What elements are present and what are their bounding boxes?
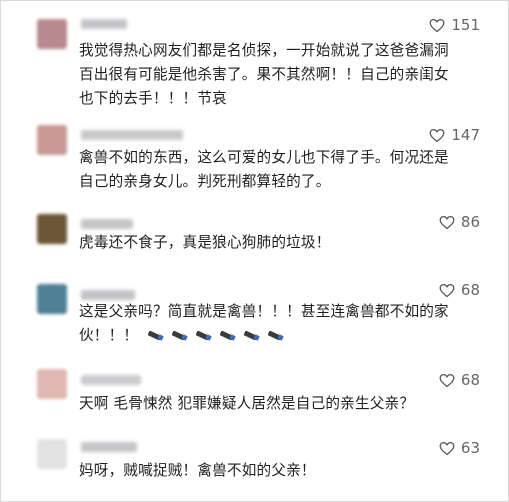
like-button[interactable]: 86 bbox=[439, 213, 480, 231]
comment-text: 虎毒还不食子，真是狼心狗肺的垃圾！ bbox=[79, 234, 331, 251]
torch-emoji-icon bbox=[242, 329, 260, 341]
username[interactable] bbox=[81, 219, 133, 229]
like-count: 147 bbox=[451, 126, 480, 144]
emoji-row bbox=[146, 329, 284, 341]
username[interactable] bbox=[81, 290, 135, 300]
avatar[interactable] bbox=[37, 284, 67, 314]
like-button[interactable]: 151 bbox=[429, 16, 480, 34]
avatar[interactable] bbox=[37, 369, 67, 399]
like-button[interactable]: 68 bbox=[439, 281, 480, 299]
thumbs-up-icon bbox=[439, 283, 455, 298]
thumbs-up-icon bbox=[439, 215, 455, 230]
avatar[interactable] bbox=[37, 125, 67, 155]
torch-emoji-icon bbox=[218, 329, 236, 341]
username[interactable] bbox=[81, 375, 141, 385]
comment-list: 151 我觉得热心网友们都是名侦探，一开始就说了这爸爸漏洞 百出很有可能是他杀害… bbox=[0, 0, 509, 502]
like-count: 68 bbox=[460, 281, 480, 299]
username[interactable] bbox=[81, 130, 183, 140]
username[interactable] bbox=[81, 19, 127, 29]
torch-emoji-icon bbox=[266, 329, 284, 341]
like-button[interactable]: 147 bbox=[429, 126, 480, 144]
username[interactable] bbox=[81, 442, 137, 452]
thumbs-up-icon bbox=[429, 128, 445, 143]
comment-text: 禽兽不如的东西，这么可爱的女儿也下得了手。何况还是 自己的亲身女儿。判死刑都算轻… bbox=[79, 149, 449, 190]
thumbs-up-icon bbox=[439, 373, 455, 388]
comment-text: 天啊 毛骨悚然 犯罪嫌疑人居然是自己的亲生父亲？ bbox=[79, 395, 415, 412]
torch-emoji-icon bbox=[170, 329, 188, 341]
comment-text: 我觉得热心网友们都是名侦探，一开始就说了这爸爸漏洞 百出很有可能是他杀害了。果不… bbox=[79, 42, 449, 107]
avatar[interactable] bbox=[37, 214, 67, 244]
like-count: 68 bbox=[460, 371, 480, 389]
torch-emoji-icon bbox=[146, 329, 164, 341]
like-count: 63 bbox=[460, 439, 480, 457]
like-count: 86 bbox=[460, 213, 480, 231]
avatar[interactable] bbox=[37, 19, 67, 49]
avatar[interactable] bbox=[37, 439, 67, 469]
thumbs-up-icon bbox=[439, 441, 455, 456]
comment-text: 妈呀，贼喊捉贼！禽兽不如的父亲！ bbox=[79, 462, 316, 479]
like-button[interactable]: 68 bbox=[439, 371, 480, 389]
thumbs-up-icon bbox=[429, 18, 445, 33]
comment-text: 这是父亲吗？简直就是禽兽！！！甚至连禽兽都不如的家 伙！！！ bbox=[79, 303, 449, 344]
like-button[interactable]: 63 bbox=[439, 439, 480, 457]
like-count: 151 bbox=[451, 16, 480, 34]
torch-emoji-icon bbox=[194, 329, 212, 341]
